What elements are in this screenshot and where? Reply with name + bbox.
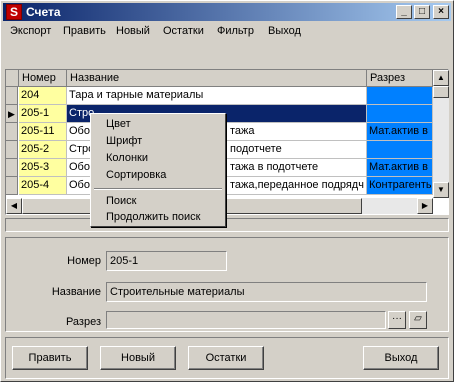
exit-button[interactable]: Выход [363, 346, 439, 370]
number-field[interactable]: 205-1 [106, 251, 227, 271]
cell-name-tail: тажа [230, 125, 255, 137]
name-label: Название [51, 286, 101, 298]
cell-name-tail: тажа в подотчете [230, 161, 319, 173]
button-bar: Править Новый Остатки Выход [5, 337, 449, 379]
browse-button[interactable]: ··· [388, 311, 406, 329]
accounts-grid[interactable]: Номер Название Разрез 204 Тара и тарные … [5, 69, 449, 215]
cell-number[interactable]: 205-2 [19, 141, 67, 159]
menu-bar: Экспорт Править Новый Остатки Фильтр Вых… [3, 23, 451, 41]
maximize-button[interactable]: □ [414, 5, 430, 19]
cell-section[interactable]: Контрагенты [367, 177, 433, 195]
header-name[interactable]: Название [67, 70, 367, 87]
cell-section[interactable]: Мат.актив в [367, 123, 433, 141]
vertical-scrollbar[interactable]: ▲ ▼ [433, 70, 449, 198]
edit-button[interactable]: Править [12, 346, 88, 370]
scroll-up-icon[interactable]: ▲ [433, 70, 449, 86]
section-field[interactable] [106, 311, 386, 329]
menu-filter[interactable]: Фильтр [217, 25, 254, 37]
ctx-sort[interactable]: Сортировка [106, 169, 166, 181]
menu-balances[interactable]: Остатки [163, 25, 204, 37]
row-indicator [6, 159, 18, 177]
menu-export[interactable]: Экспорт [10, 25, 51, 37]
app-icon[interactable]: S [6, 4, 22, 20]
cell-name[interactable]: Тара и тарные материалы [67, 87, 367, 105]
new-button[interactable]: Новый [100, 346, 176, 370]
scroll-left-icon[interactable]: ◀ [6, 198, 22, 214]
ctx-separator [94, 188, 222, 190]
cell-number[interactable]: 204 [19, 87, 67, 105]
table-row[interactable]: 204 Тара и тарные материалы [6, 87, 433, 105]
minimize-button[interactable]: _ [396, 5, 412, 19]
cell-number[interactable]: 205-11 [19, 123, 67, 141]
details-panel: Номер 205-1 Название Строительные матери… [5, 237, 449, 332]
cell-name-tail: подотчете [230, 143, 282, 155]
menu-edit[interactable]: Править [63, 25, 106, 37]
ctx-font[interactable]: Шрифт [106, 135, 142, 147]
row-indicator [6, 141, 18, 159]
grid-header: Номер Название Разрез [6, 70, 433, 87]
cell-name-tail: тажа,переданное подрядч [230, 179, 364, 191]
window-title: Счета [26, 5, 61, 19]
cell-section[interactable]: Мат.актив в [367, 159, 433, 177]
main-window: S Счета _ □ × Экспорт Править Новый Оста… [0, 0, 454, 382]
cell-section[interactable] [367, 105, 433, 123]
row-indicator [6, 123, 18, 141]
current-row-icon: ▶ [6, 105, 18, 123]
ctx-search-next[interactable]: Продолжить поиск [106, 211, 200, 223]
cell-section[interactable] [367, 141, 433, 159]
menu-new[interactable]: Новый [116, 25, 150, 37]
header-section[interactable]: Разрез [367, 70, 433, 87]
number-label: Номер [67, 255, 101, 267]
cell-number[interactable]: 205-1 [19, 105, 67, 123]
cell-number[interactable]: 205-3 [19, 159, 67, 177]
cell-section[interactable] [367, 87, 433, 105]
name-field[interactable]: Строительные материалы [106, 282, 427, 302]
context-menu: Цвет Шрифт Колонки Сортировка Поиск Прод… [90, 113, 226, 227]
scroll-down-icon[interactable]: ▼ [433, 182, 449, 198]
ctx-columns[interactable]: Колонки [106, 152, 148, 164]
vertical-scroll-thumb[interactable] [433, 86, 449, 98]
clear-icon[interactable]: ▱ [409, 311, 427, 329]
ctx-color[interactable]: Цвет [106, 118, 131, 130]
row-indicator [6, 177, 18, 195]
status-strip [5, 218, 449, 232]
header-indicator [6, 70, 19, 87]
section-label: Разрез [65, 316, 101, 328]
ctx-search[interactable]: Поиск [106, 195, 136, 207]
title-bar[interactable]: S Счета _ □ × [3, 3, 451, 21]
close-button[interactable]: × [433, 5, 449, 19]
header-number[interactable]: Номер [19, 70, 67, 87]
scroll-right-icon[interactable]: ▶ [417, 198, 433, 214]
cell-number[interactable]: 205-4 [19, 177, 67, 195]
menu-exit[interactable]: Выход [268, 25, 301, 37]
row-indicator [6, 87, 18, 105]
balances-button[interactable]: Остатки [188, 346, 264, 370]
